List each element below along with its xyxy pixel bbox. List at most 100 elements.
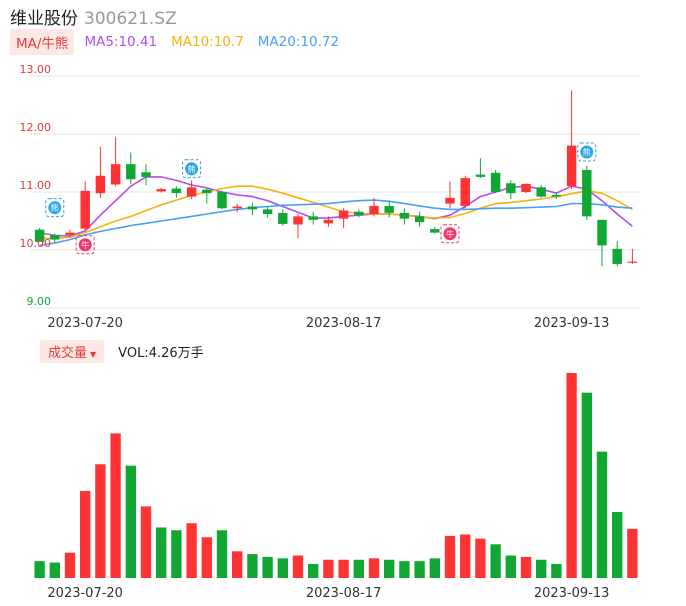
volume-x-tick-label: 2023-09-13 xyxy=(534,586,610,601)
candle-body xyxy=(308,216,318,220)
candle xyxy=(278,209,288,226)
candle-body xyxy=(551,194,562,197)
price-x-tick-label: 2023-07-20 xyxy=(47,316,123,331)
candle-body xyxy=(536,187,546,197)
volume-bar xyxy=(186,523,197,578)
volume-bar xyxy=(95,464,106,578)
candle-body xyxy=(262,209,273,215)
candle xyxy=(95,146,106,198)
volume-bar xyxy=(551,563,562,578)
volume-bar xyxy=(247,554,258,578)
price-y-tick-label: 12.00 xyxy=(20,121,52,134)
volume-bar xyxy=(34,561,45,578)
bull-bear-markers: 熊牛 熊牛 熊 xyxy=(45,142,597,255)
candle-body xyxy=(506,183,516,194)
candle-body xyxy=(141,172,151,177)
marker-glyph: 熊 xyxy=(583,147,591,157)
candle-body xyxy=(80,190,90,229)
candle-body xyxy=(278,212,288,224)
volume-bar xyxy=(460,534,471,578)
volume-bar xyxy=(368,558,380,578)
price-x-tick-label: 2023-09-13 xyxy=(534,316,610,331)
candle-body xyxy=(490,172,501,192)
volume-x-axis: 2023-07-20 2023-08-17 2023-09-13 xyxy=(47,586,609,601)
candle-body xyxy=(399,212,410,219)
price-y-tick-label: 11.00 xyxy=(20,179,52,192)
price-x-tick-label: 2023-08-17 xyxy=(306,316,382,331)
volume-bar xyxy=(232,551,243,578)
candle-body xyxy=(354,211,364,216)
volume-bar xyxy=(64,552,76,578)
volume-bar xyxy=(262,556,273,578)
price-y-tick-label: 13.00 xyxy=(20,63,52,76)
volume-bar xyxy=(444,535,456,578)
candle xyxy=(475,158,486,179)
marker-glyph: 牛 xyxy=(446,229,454,239)
volume-x-tick-label: 2023-08-17 xyxy=(306,586,382,601)
bear-marker-icon: 熊 xyxy=(45,198,65,218)
volume-bar xyxy=(308,563,319,578)
volume-bar xyxy=(338,559,349,578)
candle xyxy=(232,203,242,213)
candle-body xyxy=(369,205,379,215)
candle-body xyxy=(65,232,75,235)
volume-bar xyxy=(171,530,182,578)
candle xyxy=(460,175,470,209)
candle-body xyxy=(338,210,349,219)
candle xyxy=(582,165,592,220)
volume-bar xyxy=(414,561,425,578)
candle-body xyxy=(475,174,486,177)
volume-bar xyxy=(49,562,60,578)
volume-bar xyxy=(627,528,638,578)
candle-body xyxy=(612,248,622,264)
candle-body xyxy=(323,219,334,224)
candle xyxy=(126,152,136,184)
candle xyxy=(597,219,607,267)
volume-bar xyxy=(323,559,334,578)
volume-bar xyxy=(596,451,608,578)
candle-body xyxy=(247,206,258,210)
volume-bar xyxy=(384,559,395,578)
volume-bar xyxy=(505,555,516,578)
price-y-axis: 13.00 12.00 11.00 10.00 9.00 xyxy=(20,63,52,308)
candle-body xyxy=(384,205,394,213)
volume-bar xyxy=(399,561,410,578)
price-x-axis: 2023-07-20 2023-08-17 2023-09-13 xyxy=(47,316,609,331)
candle-body xyxy=(293,216,303,225)
volume-bar xyxy=(80,490,91,578)
candle xyxy=(627,248,638,264)
candle-body xyxy=(414,216,425,223)
marker-glyph: 熊 xyxy=(51,203,59,213)
price-y-tick-label: 10.00 xyxy=(20,237,52,250)
candle-body xyxy=(171,188,182,194)
volume-bar xyxy=(520,556,532,578)
volume-bar xyxy=(536,559,547,578)
candle xyxy=(171,186,182,198)
candle-body xyxy=(156,189,166,192)
marker-glyph: 牛 xyxy=(81,240,89,250)
candle xyxy=(536,185,546,198)
volume-bar xyxy=(429,558,440,578)
volume-bar xyxy=(292,555,304,578)
candle xyxy=(414,211,425,227)
volume-bars xyxy=(34,373,638,578)
candle xyxy=(202,187,212,204)
candle xyxy=(506,180,516,199)
candle-body xyxy=(582,169,592,217)
candle xyxy=(110,136,121,187)
candle xyxy=(521,183,531,194)
candle xyxy=(247,202,258,216)
moving-average-lines xyxy=(39,176,633,247)
ma20-line xyxy=(39,199,633,247)
candle xyxy=(490,169,501,194)
bull-marker-icon: 牛 xyxy=(440,224,460,244)
candle-body xyxy=(186,187,197,197)
volume-bar xyxy=(475,538,486,578)
volume-bar xyxy=(490,544,501,578)
volume-x-tick-label: 2023-07-20 xyxy=(47,586,123,601)
candle-body xyxy=(521,183,531,192)
candlesticks xyxy=(34,90,638,267)
volume-bar xyxy=(566,373,577,578)
volume-bar xyxy=(277,558,288,578)
candle xyxy=(262,206,273,218)
